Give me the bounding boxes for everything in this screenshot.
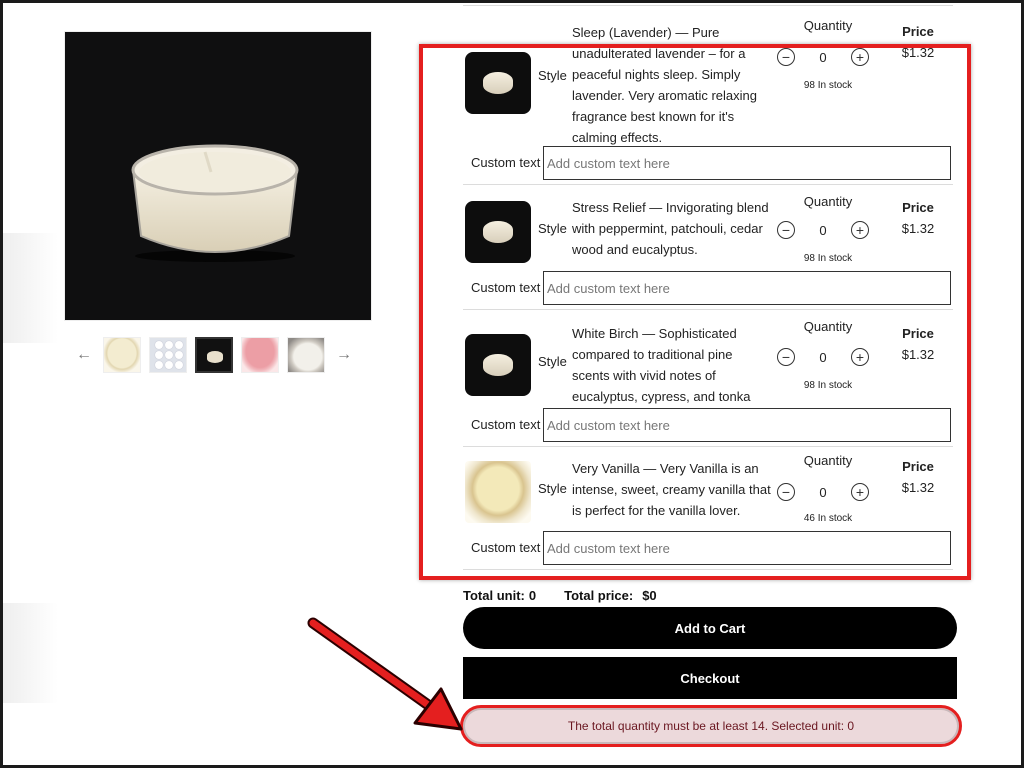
minus-icon: −: [781, 349, 791, 365]
product-description: Stress Relief — Invigorating blend with …: [572, 200, 769, 257]
total-unit-label: Total unit:: [463, 588, 525, 603]
custom-text-label: Custom text: [471, 280, 541, 295]
plus-icon: +: [855, 49, 865, 65]
quantity-value: 0: [819, 222, 827, 238]
custom-text-input[interactable]: [543, 408, 951, 442]
price-label: Price: [902, 459, 934, 474]
increase-quantity-button[interactable]: +: [851, 483, 869, 501]
custom-text-label: Custom text: [471, 155, 541, 170]
quantity-label: Quantity: [803, 319, 853, 334]
product-row: Style Very Vanilla — Very Vanilla is an …: [463, 447, 953, 570]
product-thumbnail: [465, 461, 531, 523]
total-price: Total price: $0: [564, 588, 657, 603]
custom-text-input[interactable]: [543, 271, 951, 305]
style-label: Style: [538, 68, 567, 83]
quantity-stepper: − 0 +: [777, 48, 869, 66]
arrow-left-icon: ←: [76, 346, 92, 363]
gallery-thumbnail[interactable]: [149, 337, 187, 373]
custom-text-label: Custom text: [471, 540, 541, 555]
gallery-thumbnail[interactable]: [287, 337, 325, 373]
checkout-button[interactable]: Checkout: [463, 657, 957, 699]
price-value: $1.32: [901, 347, 935, 362]
annotation-arrow-icon: [307, 617, 463, 731]
quantity-stepper: − 0 +: [777, 483, 869, 501]
quantity-label: Quantity: [803, 194, 853, 209]
quantity-value: 0: [819, 349, 827, 365]
page: ← → Style Sleep (Lavender) — Pure unadul…: [3, 3, 1021, 765]
decrease-quantity-button[interactable]: −: [777, 348, 795, 366]
background-fade: [3, 233, 58, 343]
price-value: $1.32: [901, 45, 935, 60]
plus-icon: +: [855, 349, 865, 365]
gallery-thumbnail-active[interactable]: [195, 337, 233, 373]
order-totals: Total unit: 0 Total price: $0: [463, 588, 657, 603]
arrow-right-icon: →: [336, 346, 352, 363]
total-unit: Total unit: 0: [463, 588, 536, 603]
quantity-label: Quantity: [803, 18, 853, 33]
increase-quantity-button[interactable]: +: [851, 221, 869, 239]
product-row: Style Sleep (Lavender) — Pure unadultera…: [463, 6, 953, 185]
product-description: Sleep (Lavender) — Pure unadulterated la…: [572, 25, 757, 145]
add-to-cart-button[interactable]: Add to Cart: [463, 607, 957, 649]
stock-count: 98 In stock: [803, 80, 853, 91]
custom-text-input[interactable]: [543, 531, 951, 565]
main-product-image[interactable]: [64, 31, 372, 321]
quantity-value: 0: [819, 484, 827, 500]
product-description: Very Vanilla — Very Vanilla is an intens…: [572, 461, 771, 518]
product-variant-list: Style Sleep (Lavender) — Pure unadultera…: [463, 3, 953, 570]
custom-text-input[interactable]: [543, 146, 951, 180]
stock-count: 46 In stock: [803, 513, 853, 524]
price-label: Price: [902, 326, 934, 341]
quantity-label: Quantity: [803, 453, 853, 468]
price-label: Price: [902, 200, 934, 215]
minimum-quantity-alert: The total quantity must be at least 14. …: [460, 705, 962, 747]
gallery-thumbnail[interactable]: [241, 337, 279, 373]
thumbnail-gallery: ← →: [73, 335, 355, 375]
candle-image: [131, 144, 299, 262]
quantity-stepper: − 0 +: [777, 348, 869, 366]
background-fade: [3, 603, 58, 703]
style-label: Style: [538, 354, 567, 369]
style-label: Style: [538, 221, 567, 236]
decrease-quantity-button[interactable]: −: [777, 221, 795, 239]
total-price-label: Total price:: [564, 588, 634, 603]
product-thumbnail: [465, 52, 531, 114]
decrease-quantity-button[interactable]: −: [777, 483, 795, 501]
minus-icon: −: [781, 49, 791, 65]
gallery-prev-button[interactable]: ←: [73, 344, 95, 366]
plus-icon: +: [855, 484, 865, 500]
price-value: $1.32: [901, 480, 935, 495]
quantity-stepper: − 0 +: [777, 221, 869, 239]
minus-icon: −: [781, 484, 791, 500]
custom-text-label: Custom text: [471, 417, 541, 432]
increase-quantity-button[interactable]: +: [851, 348, 869, 366]
product-thumbnail: [465, 334, 531, 396]
increase-quantity-button[interactable]: +: [851, 48, 869, 66]
gallery-thumbnail[interactable]: [103, 337, 141, 373]
product-row: Style White Birch — Sophisticated compar…: [463, 310, 953, 447]
price-label: Price: [902, 24, 934, 39]
minus-icon: −: [781, 222, 791, 238]
plus-icon: +: [855, 222, 865, 238]
gallery-next-button[interactable]: →: [333, 344, 355, 366]
style-label: Style: [538, 481, 567, 496]
decrease-quantity-button[interactable]: −: [777, 48, 795, 66]
alert-message: The total quantity must be at least 14. …: [567, 719, 855, 733]
total-unit-value: 0: [528, 588, 537, 603]
total-price-value: $0: [642, 588, 657, 603]
quantity-value: 0: [819, 49, 827, 65]
product-thumbnail: [465, 201, 531, 263]
product-row: Style Stress Relief — Invigorating blend…: [463, 185, 953, 310]
stock-count: 98 In stock: [803, 253, 853, 264]
stock-count: 98 In stock: [803, 380, 853, 391]
price-value: $1.32: [901, 221, 935, 236]
